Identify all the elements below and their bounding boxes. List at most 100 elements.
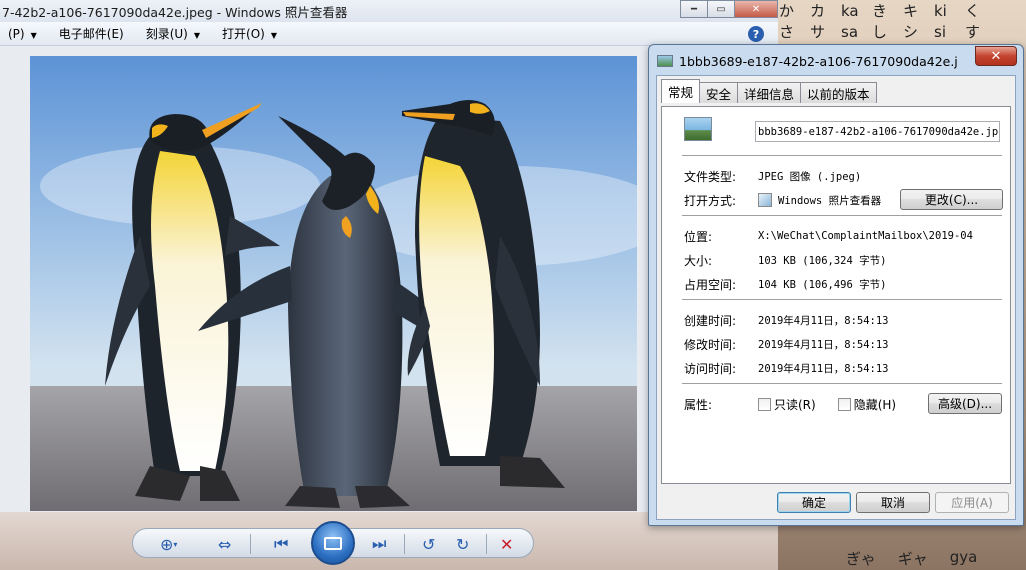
accessed-label: 访问时间: xyxy=(684,361,737,376)
rotate-counterclockwise-icon[interactable]: ↺ xyxy=(422,535,435,554)
menu-burn[interactable]: 刻录(U) ▼ xyxy=(138,25,208,42)
kana-cell: く xyxy=(965,2,981,20)
open-with-value: Windows 照片查看器 xyxy=(778,194,882,207)
image-file-icon xyxy=(657,55,673,67)
kana-cell: ギャ xyxy=(897,550,928,568)
kana-cell: キ xyxy=(903,2,919,20)
zoom-icon[interactable]: ⊕ ▾ xyxy=(160,535,177,554)
readonly-checkbox[interactable] xyxy=(758,397,771,411)
modified-label: 修改时间: xyxy=(684,337,737,352)
divider xyxy=(682,215,1002,216)
disk-size-value: 104 KB (106,496 字节) xyxy=(758,278,887,291)
viewer-menubar: (P) ▼ 电子邮件(E) 刻录(U) ▼ 打开(O) ▼ ? xyxy=(0,22,778,46)
viewer-title: 7-42b2-a106-7617090da42e.jpeg - Windows … xyxy=(2,4,348,20)
attributes-row: 属性: 只读(R) 隐藏(H) xyxy=(684,395,896,413)
kana-row-2: さ サ sa し シ si す xyxy=(779,21,1026,42)
desktop-kana-chart: か カ ka き キ ki く さ サ sa し シ si す xyxy=(779,0,1026,42)
menu-open[interactable]: 打开(O) ▼ xyxy=(214,25,285,42)
size-label: 大小: xyxy=(684,253,713,268)
general-tab-panel: bbb3689-e187-42b2-a106-7617090da42e.jpeg… xyxy=(661,106,1011,484)
kana-cell: し xyxy=(872,23,888,41)
menu-print[interactable]: (P) ▼ xyxy=(0,27,45,41)
separator xyxy=(404,534,405,554)
properties-dialog: 1bbb3689-e187-42b2-a106-7617090da42e.jpe… xyxy=(648,44,1024,526)
modified-row: 修改时间: 2019年4月11日，8:54:13 xyxy=(684,335,889,353)
hidden-label[interactable]: 隐藏(H) xyxy=(854,396,896,413)
kana-cell: ki xyxy=(934,1,947,20)
apply-button[interactable]: 应用(A) xyxy=(935,492,1009,513)
size-row: 大小: 103 KB (106,324 字节) xyxy=(684,251,886,269)
size-value: 103 KB (106,324 字节) xyxy=(758,254,887,267)
attributes-label: 属性: xyxy=(684,397,713,412)
kana-cell: き xyxy=(872,2,888,20)
close-icon[interactable]: ✕ xyxy=(734,0,778,18)
tab-previous-versions[interactable]: 以前的版本 xyxy=(800,82,877,103)
maximize-icon[interactable]: ▭ xyxy=(707,0,735,18)
location-label: 位置: xyxy=(684,229,713,244)
kana-cell: ぎゃ xyxy=(846,550,876,568)
divider xyxy=(682,299,1002,300)
delete-icon[interactable]: ✕ xyxy=(500,535,513,554)
open-with-label: 打开方式: xyxy=(684,193,737,208)
created-row: 创建时间: 2019年4月11日，8:54:13 xyxy=(684,311,889,329)
cancel-button[interactable]: 取消 xyxy=(856,492,930,513)
advanced-button[interactable]: 高级(D)... xyxy=(928,393,1002,414)
created-value: 2019年4月11日，8:54:13 xyxy=(758,314,889,327)
kana-cell: カ xyxy=(810,2,826,20)
separator xyxy=(486,534,487,554)
divider xyxy=(682,155,1002,156)
kana-cell: さ xyxy=(779,23,795,41)
kana-cell: か xyxy=(779,2,795,20)
slideshow-button[interactable] xyxy=(311,521,355,565)
tab-strip: 常规 安全 详细信息 以前的版本 xyxy=(661,79,877,103)
photo-viewer-app-icon xyxy=(758,193,772,207)
kana-row-1: か カ ka き キ ki く xyxy=(779,0,1026,21)
kana-cell: sa xyxy=(841,22,859,41)
hidden-checkbox[interactable] xyxy=(837,397,851,411)
location-row: 位置: X:\WeChat\ComplaintMailbox\2019-04 xyxy=(684,227,973,245)
filename-input[interactable]: bbb3689-e187-42b2-a106-7617090da42e.jpeg xyxy=(755,121,1000,142)
tab-security[interactable]: 安全 xyxy=(699,82,739,103)
location-value: X:\WeChat\ComplaintMailbox\2019-04 xyxy=(758,230,973,242)
dialog-body: 常规 安全 详细信息 以前的版本 bbb3689-e187-42b2-a106-… xyxy=(656,75,1016,520)
divider xyxy=(682,383,1002,384)
file-thumbnail-icon xyxy=(684,117,712,141)
close-icon: ✕ xyxy=(990,48,1002,64)
file-type-label: 文件类型: xyxy=(684,169,737,184)
next-icon[interactable]: ⏭ xyxy=(372,534,386,553)
window-controls: ━ ▭ ✕ xyxy=(680,0,778,18)
kana-cell: サ xyxy=(810,23,826,41)
accessed-row: 访问时间: 2019年4月11日，8:54:13 xyxy=(684,359,889,377)
disk-size-label: 占用空间: xyxy=(684,277,737,292)
viewer-titlebar[interactable]: 7-42b2-a106-7617090da42e.jpeg - Windows … xyxy=(0,0,778,22)
menu-email[interactable]: 电子邮件(E) xyxy=(51,25,132,42)
readonly-label[interactable]: 只读(R) xyxy=(774,396,816,413)
desktop-kana-bottom: ぎゃ ギャ gya xyxy=(846,548,977,569)
previous-icon[interactable]: ⏮ xyxy=(274,534,288,553)
separator xyxy=(250,534,251,554)
open-with-row: 打开方式: Windows 照片查看器 xyxy=(684,191,881,209)
tab-general[interactable]: 常规 xyxy=(661,79,701,103)
change-button[interactable]: 更改(C)... xyxy=(900,189,1003,210)
kana-cell: gya xyxy=(949,548,978,566)
minimize-icon[interactable]: ━ xyxy=(680,0,708,18)
kana-cell: す xyxy=(965,23,981,41)
penguins-image xyxy=(30,56,637,511)
kana-cell: ka xyxy=(841,1,859,20)
disk-size-row: 占用空间: 104 KB (106,496 字节) xyxy=(684,275,886,293)
file-type-value: JPEG 图像 (.jpeg) xyxy=(758,170,862,183)
kana-cell: シ xyxy=(903,23,919,41)
kana-cell: si xyxy=(934,22,946,41)
dialog-titlebar[interactable]: 1bbb3689-e187-42b2-a106-7617090da42e.jpe… xyxy=(657,51,957,71)
help-icon[interactable]: ? xyxy=(748,26,764,42)
tab-details[interactable]: 详细信息 xyxy=(737,82,802,103)
dialog-close-button[interactable]: ✕ xyxy=(975,46,1017,66)
created-label: 创建时间: xyxy=(684,313,737,328)
penguin-photo xyxy=(30,56,637,511)
actual-size-icon[interactable]: ⇔ xyxy=(218,535,231,554)
file-type-row: 文件类型: JPEG 图像 (.jpeg) xyxy=(684,167,861,185)
rotate-clockwise-icon[interactable]: ↻ xyxy=(456,535,469,554)
ok-button[interactable]: 确定 xyxy=(777,492,851,513)
slideshow-icon xyxy=(324,536,342,550)
dialog-title: 1bbb3689-e187-42b2-a106-7617090da42e.jpe… xyxy=(679,53,957,69)
